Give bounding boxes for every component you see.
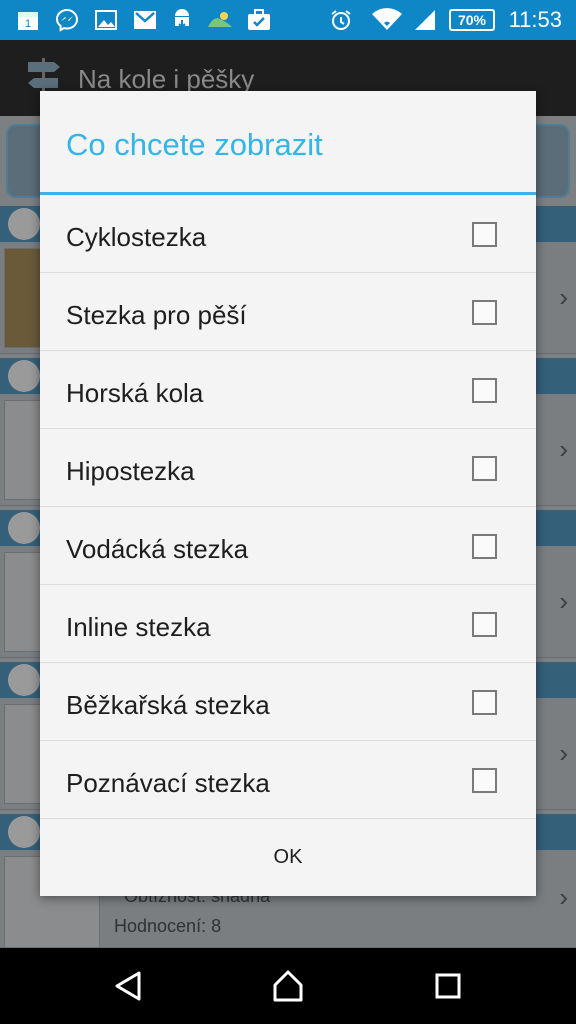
bike-icon bbox=[8, 360, 40, 392]
alarm-icon bbox=[328, 8, 354, 32]
checkbox[interactable] bbox=[472, 222, 497, 247]
option-bezkarska-stezka[interactable]: Běžkařská stezka bbox=[40, 663, 536, 741]
checkbox[interactable] bbox=[472, 300, 497, 325]
option-inline-stezka[interactable]: Inline stezka bbox=[40, 585, 536, 663]
chevron-right-icon: › bbox=[559, 434, 568, 464]
messenger-icon bbox=[54, 8, 80, 32]
option-label: Cyklostezka bbox=[66, 222, 207, 252]
checkbox[interactable] bbox=[472, 534, 497, 559]
option-hipostezka[interactable]: Hipostezka bbox=[40, 429, 536, 507]
option-label: Horská kola bbox=[66, 378, 204, 408]
ok-button[interactable]: OK bbox=[40, 819, 536, 896]
option-label: Běžkařská stezka bbox=[66, 690, 270, 720]
hiker-icon bbox=[8, 816, 40, 848]
calendar-icon: 1 bbox=[16, 8, 40, 32]
filter-dialog: Co chcete zobrazit Cyklostezka Stezka pr… bbox=[40, 91, 536, 896]
option-label: Vodácká stezka bbox=[66, 534, 249, 564]
checkbox[interactable] bbox=[472, 456, 497, 481]
status-time: 11:53 bbox=[508, 7, 562, 32]
android-download-icon bbox=[170, 8, 194, 32]
chevron-right-icon: › bbox=[559, 282, 568, 312]
home-icon[interactable] bbox=[268, 966, 308, 1006]
checkbox[interactable] bbox=[472, 378, 497, 403]
option-stezka-pro-pesi[interactable]: Stezka pro pěší bbox=[40, 273, 536, 351]
back-icon[interactable] bbox=[108, 966, 148, 1006]
dialog-title: Co chcete zobrazit bbox=[66, 127, 323, 162]
chevron-right-icon: › bbox=[559, 586, 568, 616]
option-label: Stezka pro pěší bbox=[66, 300, 247, 330]
weather-icon bbox=[206, 8, 234, 32]
briefcase-icon bbox=[246, 8, 272, 32]
gmail-icon bbox=[132, 8, 158, 32]
option-label: Inline stezka bbox=[66, 612, 211, 642]
signal-icon bbox=[412, 8, 438, 32]
bike-icon bbox=[8, 208, 40, 240]
option-poznavaci-stezka[interactable]: Poznávací stezka bbox=[40, 741, 536, 819]
gallery-icon bbox=[94, 8, 118, 32]
recents-icon[interactable] bbox=[428, 966, 468, 1006]
option-label: Hipostezka bbox=[66, 456, 195, 486]
status-bar: 1 70% 11:53 bbox=[0, 0, 576, 40]
battery-indicator: 70% bbox=[449, 9, 495, 31]
option-vodacka-stezka[interactable]: Vodácká stezka bbox=[40, 507, 536, 585]
wifi-icon bbox=[370, 8, 404, 32]
bike-icon bbox=[8, 512, 40, 544]
svg-text:1: 1 bbox=[25, 18, 31, 30]
chevron-right-icon: › bbox=[559, 882, 568, 912]
checkbox[interactable] bbox=[472, 690, 497, 715]
checkbox[interactable] bbox=[472, 768, 497, 793]
route-rating: Hodnocení: 8 bbox=[114, 916, 222, 936]
navigation-bar bbox=[0, 948, 576, 1024]
bike-icon bbox=[8, 664, 40, 696]
checkbox[interactable] bbox=[472, 612, 497, 637]
option-horska-kola[interactable]: Horská kola bbox=[40, 351, 536, 429]
option-cyklostezka[interactable]: Cyklostezka bbox=[40, 195, 536, 273]
option-label: Poznávací stezka bbox=[66, 768, 270, 798]
chevron-right-icon: › bbox=[559, 738, 568, 768]
